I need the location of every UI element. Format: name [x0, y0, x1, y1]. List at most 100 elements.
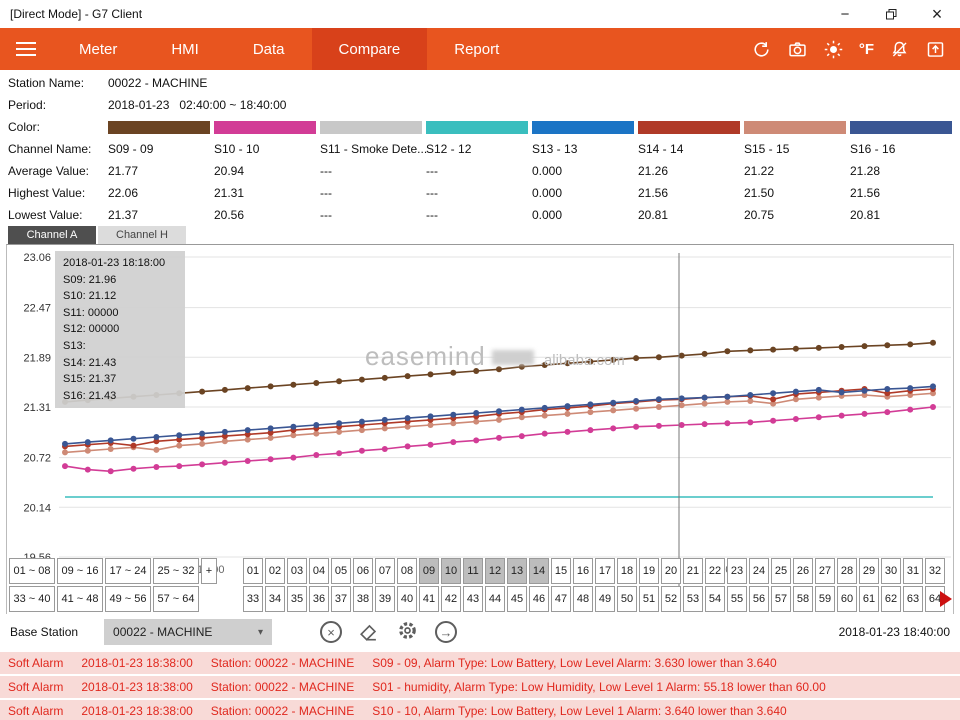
- channel-number-button[interactable]: 16: [573, 558, 593, 584]
- channel-number-button[interactable]: 08: [397, 558, 417, 584]
- channel-number-button[interactable]: 29: [859, 558, 879, 584]
- channel-number-button[interactable]: 53: [683, 586, 703, 612]
- channel-number-button[interactable]: 32: [925, 558, 945, 584]
- channel-number-button[interactable]: 19: [639, 558, 659, 584]
- channel-number-button[interactable]: 13: [507, 558, 527, 584]
- channel-number-button[interactable]: 01: [243, 558, 263, 584]
- channel-number-button[interactable]: 56: [749, 586, 769, 612]
- channel-name-value: S16 - 16: [850, 142, 956, 156]
- channel-number-button[interactable]: 57: [771, 586, 791, 612]
- nav-item-meter[interactable]: Meter: [52, 28, 144, 70]
- channel-number-button[interactable]: 33: [243, 586, 263, 612]
- channel-group-button[interactable]: 57 ~ 64: [153, 586, 199, 612]
- alarm-row[interactable]: Soft Alarm2018-01-23 18:38:00Station: 00…: [0, 700, 960, 720]
- channel-number-button[interactable]: 17: [595, 558, 615, 584]
- next-page-arrow[interactable]: [940, 591, 952, 607]
- channel-group-button[interactable]: 09 ~ 16: [57, 558, 103, 584]
- channel-number-button[interactable]: 05: [331, 558, 351, 584]
- nav-item-compare[interactable]: Compare: [312, 28, 428, 70]
- export-icon[interactable]: [925, 39, 946, 60]
- camera-icon[interactable]: [787, 39, 808, 60]
- channel-number-button[interactable]: 15: [551, 558, 571, 584]
- expand-button[interactable]: +: [201, 558, 217, 584]
- channel-number-button[interactable]: 09: [419, 558, 439, 584]
- nav-item-hmi[interactable]: HMI: [144, 28, 226, 70]
- channel-number-button[interactable]: 26: [793, 558, 813, 584]
- channel-number-button[interactable]: 03: [287, 558, 307, 584]
- channel-number-button[interactable]: 04: [309, 558, 329, 584]
- alarm-bell-icon[interactable]: [889, 39, 910, 60]
- channel-number-button[interactable]: 34: [265, 586, 285, 612]
- maximize-button[interactable]: [868, 0, 914, 28]
- channel-group-button[interactable]: 01 ~ 08: [9, 558, 55, 584]
- channel-number-button[interactable]: 38: [353, 586, 373, 612]
- channel-number-button[interactable]: 59: [815, 586, 835, 612]
- channel-number-button[interactable]: 14: [529, 558, 549, 584]
- channel-group-button[interactable]: 17 ~ 24: [105, 558, 151, 584]
- menu-icon[interactable]: [0, 28, 52, 70]
- base-station-dropdown[interactable]: 00022 - MACHINE ▾: [104, 619, 272, 645]
- channel-number-button[interactable]: 50: [617, 586, 637, 612]
- channel-group-button[interactable]: 41 ~ 48: [57, 586, 103, 612]
- cancel-icon[interactable]: ×: [320, 621, 342, 643]
- channel-group-button[interactable]: 33 ~ 40: [9, 586, 55, 612]
- channel-number-button[interactable]: 23: [727, 558, 747, 584]
- channel-number-button[interactable]: 37: [331, 586, 351, 612]
- channel-number-button[interactable]: 44: [485, 586, 505, 612]
- channel-number-button[interactable]: 58: [793, 586, 813, 612]
- channel-number-button[interactable]: 48: [573, 586, 593, 612]
- channel-number-button[interactable]: 60: [837, 586, 857, 612]
- channel-number-button[interactable]: 40: [397, 586, 417, 612]
- go-icon[interactable]: →: [435, 621, 457, 643]
- tab-channel-h[interactable]: Channel H: [98, 226, 186, 244]
- alarm-row[interactable]: Soft Alarm2018-01-23 18:38:00Station: 00…: [0, 652, 960, 674]
- channel-number-button[interactable]: 51: [639, 586, 659, 612]
- nav-item-data[interactable]: Data: [226, 28, 312, 70]
- channel-number-button[interactable]: 45: [507, 586, 527, 612]
- channel-number-button[interactable]: 30: [881, 558, 901, 584]
- channel-number-button[interactable]: 18: [617, 558, 637, 584]
- channel-number-button[interactable]: 07: [375, 558, 395, 584]
- channel-number-button[interactable]: 46: [529, 586, 549, 612]
- channel-number-button[interactable]: 52: [661, 586, 681, 612]
- channel-number-button[interactable]: 02: [265, 558, 285, 584]
- channel-number-button[interactable]: 55: [727, 586, 747, 612]
- channel-number-button[interactable]: 63: [903, 586, 923, 612]
- channel-number-button[interactable]: 36: [309, 586, 329, 612]
- channel-number-button[interactable]: 22: [705, 558, 725, 584]
- channel-number-button[interactable]: 61: [859, 586, 879, 612]
- channel-number-button[interactable]: 24: [749, 558, 769, 584]
- channel-number-button[interactable]: 62: [881, 586, 901, 612]
- channel-number-button[interactable]: 41: [419, 586, 439, 612]
- channel-group-button[interactable]: 49 ~ 56: [105, 586, 151, 612]
- channel-number-button[interactable]: 43: [463, 586, 483, 612]
- channel-number-button[interactable]: 28: [837, 558, 857, 584]
- minimize-button[interactable]: −: [822, 0, 868, 28]
- channel-number-button[interactable]: 27: [815, 558, 835, 584]
- brightness-sun-icon[interactable]: [823, 39, 844, 60]
- channel-number-button[interactable]: 25: [771, 558, 791, 584]
- channel-number-button[interactable]: 47: [551, 586, 571, 612]
- channel-number-button[interactable]: 31: [903, 558, 923, 584]
- settings-gear-icon[interactable]: [396, 619, 419, 645]
- channel-number-button[interactable]: 20: [661, 558, 681, 584]
- channel-group-button[interactable]: 25 ~ 32: [153, 558, 199, 584]
- channel-number-button[interactable]: 42: [441, 586, 461, 612]
- channel-number-button[interactable]: 21: [683, 558, 703, 584]
- sync-icon[interactable]: [751, 39, 772, 60]
- channel-number-button[interactable]: 49: [595, 586, 615, 612]
- channel-number-button[interactable]: 06: [353, 558, 373, 584]
- temperature-unit-button[interactable]: °F: [859, 41, 874, 58]
- channel-number-button[interactable]: 35: [287, 586, 307, 612]
- channel-number-button[interactable]: 39: [375, 586, 395, 612]
- alarm-row[interactable]: Soft Alarm2018-01-23 18:38:00Station: 00…: [0, 676, 960, 698]
- eraser-icon[interactable]: [358, 620, 380, 645]
- channel-number-button[interactable]: 10: [441, 558, 461, 584]
- data-point: [679, 422, 685, 428]
- nav-item-report[interactable]: Report: [427, 28, 526, 70]
- channel-number-button[interactable]: 54: [705, 586, 725, 612]
- close-button[interactable]: ×: [914, 0, 960, 28]
- channel-number-button[interactable]: 12: [485, 558, 505, 584]
- tab-channel-a[interactable]: Channel A: [8, 226, 96, 244]
- channel-number-button[interactable]: 11: [463, 558, 483, 584]
